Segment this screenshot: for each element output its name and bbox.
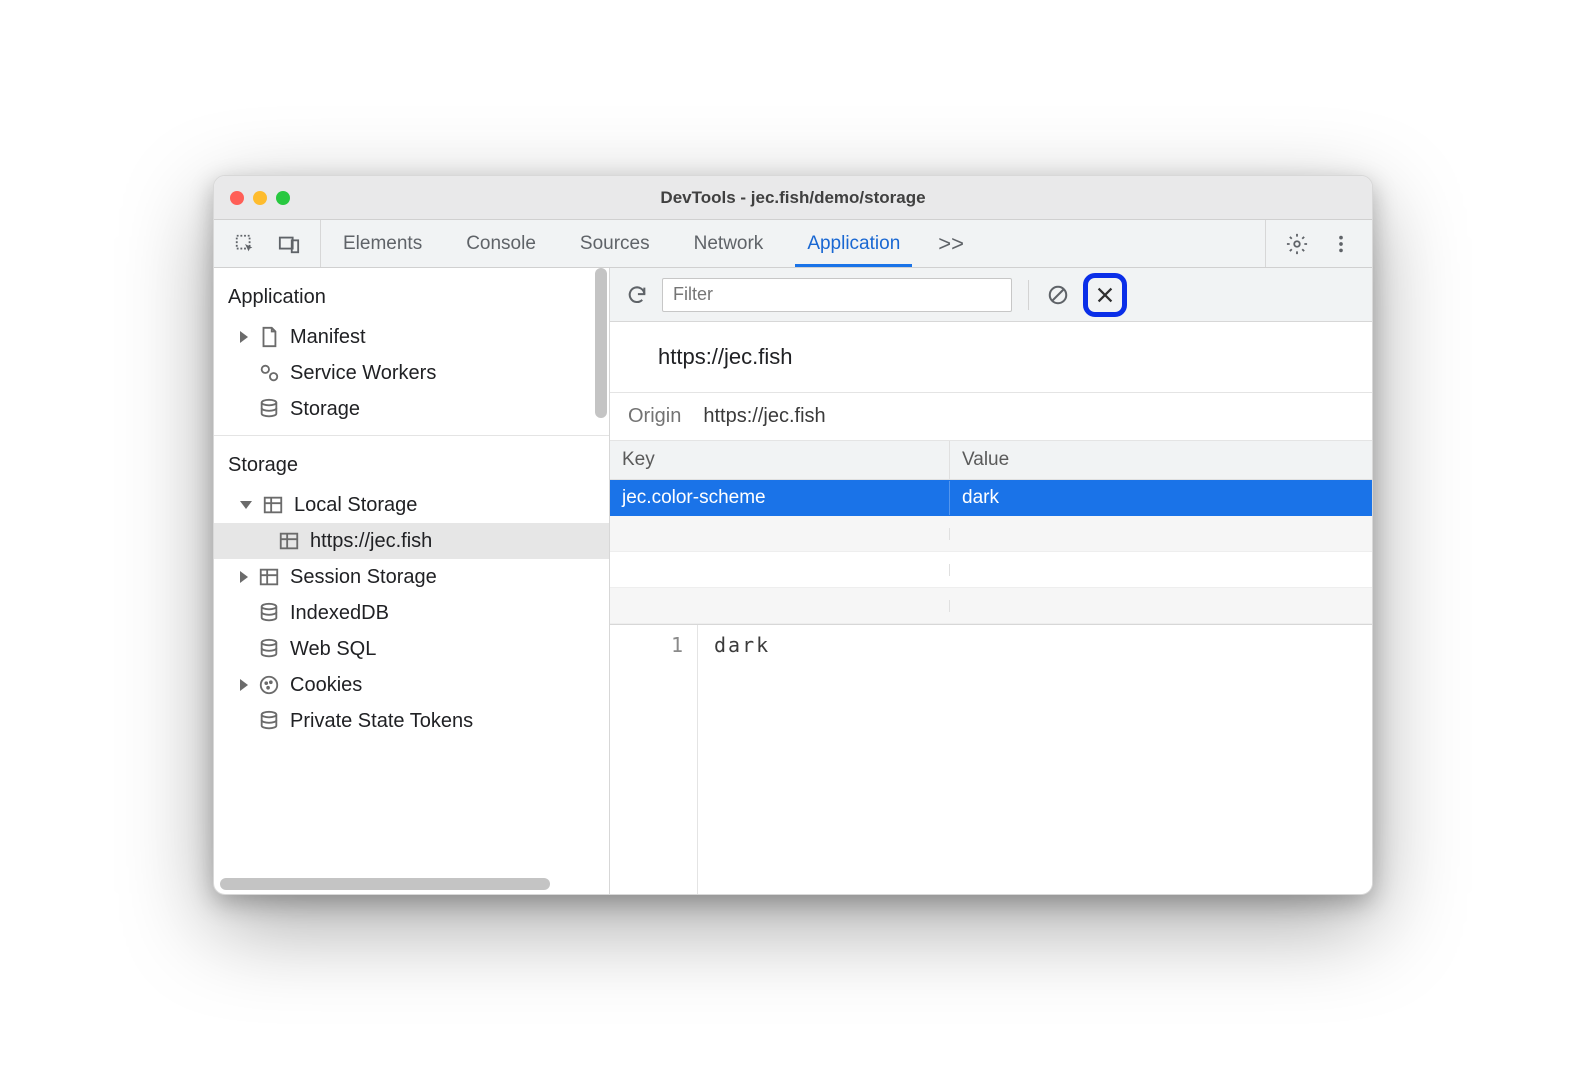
document-icon xyxy=(258,326,280,348)
line-gutter: 1 xyxy=(610,625,698,894)
table-cell-value: dark xyxy=(950,481,1372,515)
sidebar-item-websql[interactable]: Web SQL xyxy=(214,631,609,667)
database-icon xyxy=(258,398,280,420)
storage-table: Key Value jec.color-scheme dark xyxy=(610,441,1372,624)
delete-selected-icon[interactable] xyxy=(1092,282,1118,308)
inspect-element-icon[interactable] xyxy=(232,231,258,257)
devtools-window: DevTools - jec.fish/demo/storage Element… xyxy=(213,175,1373,895)
sidebar-item-label: Service Workers xyxy=(290,362,436,385)
storage-origin-header: https://jec.fish xyxy=(610,322,1372,393)
kebab-menu-icon[interactable] xyxy=(1328,231,1354,257)
table-icon xyxy=(262,494,284,516)
tab-sources-label: Sources xyxy=(580,233,650,255)
sidebar-item-label: https://jec.fish xyxy=(310,530,432,553)
toolbar-divider xyxy=(1028,280,1029,310)
table-header-value[interactable]: Value xyxy=(950,441,1372,479)
filter-input[interactable] xyxy=(662,278,1012,312)
origin-value: https://jec.fish xyxy=(703,405,825,428)
chevron-right-icon xyxy=(240,571,248,583)
storage-toolbar xyxy=(610,268,1372,322)
sidebar-item-label: Session Storage xyxy=(290,566,437,589)
main-content: https://jec.fish Origin https://jec.fish… xyxy=(610,268,1372,894)
tab-network[interactable]: Network xyxy=(672,220,786,267)
table-cell-key xyxy=(610,564,950,576)
gear-icon[interactable] xyxy=(1284,231,1310,257)
sidebar-item-label: Cookies xyxy=(290,674,362,697)
sidebar-item-service-workers[interactable]: Service Workers xyxy=(214,355,609,391)
tab-sources[interactable]: Sources xyxy=(558,220,672,267)
table-header-row: Key Value xyxy=(610,441,1372,480)
database-icon xyxy=(258,638,280,660)
device-toolbar-icon[interactable] xyxy=(276,231,302,257)
sidebar-item-indexeddb[interactable]: IndexedDB xyxy=(214,595,609,631)
table-icon xyxy=(258,566,280,588)
chevron-right-icon xyxy=(240,331,248,343)
delete-selected-highlight xyxy=(1083,273,1127,317)
origin-label: Origin xyxy=(628,405,681,428)
panel-body: Application Manifest Servi xyxy=(214,268,1372,894)
refresh-icon[interactable] xyxy=(624,282,650,308)
sidebar-item-local-storage[interactable]: Local Storage xyxy=(214,487,609,523)
overflow-glyph: >> xyxy=(938,231,964,257)
sidebar-item-private-state-tokens[interactable]: Private State Tokens xyxy=(214,703,609,739)
tab-elements[interactable]: Elements xyxy=(321,220,444,267)
database-icon xyxy=(258,602,280,624)
sidebar-item-label: Private State Tokens xyxy=(290,710,473,733)
tabstrip-left-icons xyxy=(214,220,321,267)
gears-icon xyxy=(258,362,280,384)
sidebar-vertical-scrollbar[interactable] xyxy=(593,268,609,894)
sidebar-horizontal-scrollbar[interactable] xyxy=(220,876,591,892)
table-row[interactable] xyxy=(610,588,1372,624)
table-row[interactable]: jec.color-scheme dark xyxy=(610,480,1372,516)
tab-application[interactable]: Application xyxy=(785,220,922,267)
value-content[interactable]: dark xyxy=(698,625,1372,894)
value-viewer: 1 dark xyxy=(610,624,1372,894)
tabs-overflow-button[interactable]: >> xyxy=(922,220,980,267)
table-cell-value xyxy=(950,528,1372,540)
panel-tabstrip: Elements Console Sources Network Applica… xyxy=(214,220,1372,268)
application-sidebar: Application Manifest Servi xyxy=(214,268,610,894)
tab-console[interactable]: Console xyxy=(444,220,558,267)
sidebar-item-label: IndexedDB xyxy=(290,602,389,625)
sidebar-item-label: Web SQL xyxy=(290,638,376,661)
tabstrip-right-icons xyxy=(1265,220,1372,267)
table-row[interactable] xyxy=(610,516,1372,552)
clear-all-icon[interactable] xyxy=(1045,282,1071,308)
tab-console-label: Console xyxy=(466,233,536,255)
sidebar-item-label: Manifest xyxy=(290,326,366,349)
sidebar-item-local-storage-origin[interactable]: https://jec.fish xyxy=(214,523,609,559)
sidebar-item-label: Storage xyxy=(290,398,360,421)
chevron-right-icon xyxy=(240,679,248,691)
table-header-key[interactable]: Key xyxy=(610,441,950,479)
sidebar-item-cookies[interactable]: Cookies xyxy=(214,667,609,703)
tab-application-label: Application xyxy=(807,233,900,255)
scrollbar-thumb[interactable] xyxy=(595,268,607,418)
window-title: DevTools - jec.fish/demo/storage xyxy=(214,188,1372,208)
line-number: 1 xyxy=(610,625,697,665)
sidebar-item-label: Local Storage xyxy=(294,494,417,517)
origin-row: Origin https://jec.fish xyxy=(610,393,1372,441)
scrollbar-thumb[interactable] xyxy=(220,878,550,890)
sidebar-item-storage[interactable]: Storage xyxy=(214,391,609,427)
table-cell-value xyxy=(950,600,1372,612)
table-cell-value xyxy=(950,564,1372,576)
sidebar-item-session-storage[interactable]: Session Storage xyxy=(214,559,609,595)
table-row[interactable] xyxy=(610,552,1372,588)
titlebar: DevTools - jec.fish/demo/storage xyxy=(214,176,1372,220)
table-cell-key xyxy=(610,600,950,612)
sidebar-section-application: Application xyxy=(214,268,609,319)
tab-network-label: Network xyxy=(694,233,764,255)
sidebar-section-storage: Storage xyxy=(214,436,609,487)
cookie-icon xyxy=(258,674,280,696)
chevron-down-icon xyxy=(240,501,252,509)
table-cell-key: jec.color-scheme xyxy=(610,481,950,515)
sidebar-item-manifest[interactable]: Manifest xyxy=(214,319,609,355)
table-icon xyxy=(278,530,300,552)
tab-elements-label: Elements xyxy=(343,233,422,255)
table-cell-key xyxy=(610,528,950,540)
database-icon xyxy=(258,710,280,732)
